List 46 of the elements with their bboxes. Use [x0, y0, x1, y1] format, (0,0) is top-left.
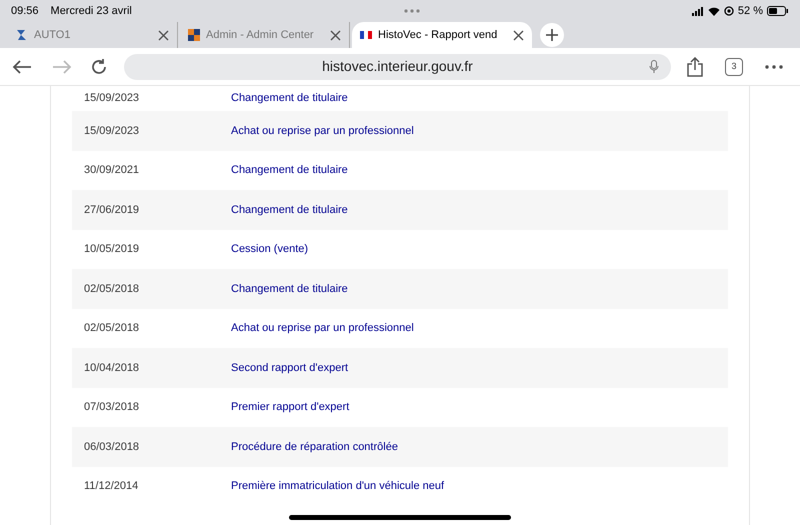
- tab-count-button[interactable]: 3: [725, 58, 743, 76]
- location-icon: [724, 6, 734, 16]
- event-cell-text: Changement de titulaire: [231, 163, 348, 178]
- event-cell-text: Second rapport d'expert: [231, 360, 348, 376]
- address-bar[interactable]: histovec.interieur.gouv.fr: [124, 54, 671, 80]
- date-cell-text: 07/03/2018: [83, 400, 140, 415]
- date-cell-text: 02/05/2018: [83, 282, 140, 296]
- event-cell-text: Première immatriculation d'un véhicule neuf: [231, 479, 444, 494]
- more-dots-icon: [404, 9, 420, 13]
- close-icon[interactable]: [330, 30, 341, 40]
- date-cell-text: 27/06/2019: [83, 202, 140, 218]
- event-cell-text: Achat ou reprise par un professionnel: [231, 321, 414, 336]
- url-text: histovec.interieur.gouv.fr: [322, 57, 473, 76]
- date-cell-text: 30/09/2021: [83, 163, 140, 178]
- more-icon[interactable]: [765, 64, 783, 68]
- event-cell-text: Changement de titulaire: [231, 282, 348, 296]
- event-cell-text: Changement de titulaire: [231, 91, 348, 106]
- microphone-icon[interactable]: [649, 60, 659, 74]
- date-cell-text: 10/05/2019: [83, 242, 140, 257]
- status-time: 09:56: [11, 4, 39, 19]
- browser-tab[interactable]: HistoVec - Rapport vend: [352, 22, 532, 48]
- share-icon[interactable]: [687, 56, 703, 76]
- event-cell-text: Achat ou reprise par un professionnel: [231, 124, 414, 138]
- event-cell-text: Procédure de réparation contrôlée: [231, 440, 398, 454]
- date-cell-text: 11/12/2014: [83, 479, 140, 494]
- status-date: Mercredi 23 avril: [50, 4, 132, 19]
- battery-icon: [767, 6, 789, 16]
- signal-icon: [692, 6, 704, 16]
- date-cell-text: 15/09/2023: [83, 91, 140, 106]
- event-cell-text: Changement de titulaire: [231, 202, 348, 218]
- logo-icon: [16, 29, 28, 41]
- battery-percent: 52 %: [738, 4, 763, 19]
- new-tab-button[interactable]: [540, 23, 564, 47]
- date-cell-text: 06/03/2018: [83, 440, 140, 454]
- reload-icon[interactable]: [90, 58, 108, 76]
- event-cell-text: Premier rapport d'expert: [231, 400, 350, 415]
- date-cell-text: 10/04/2018: [83, 360, 140, 376]
- close-icon[interactable]: [513, 30, 524, 40]
- date-cell-text: 02/05/2018: [83, 321, 140, 336]
- close-icon[interactable]: [158, 30, 169, 40]
- event-cell-text: Cession (vente): [231, 242, 308, 257]
- date-cell-text: 15/09/2023: [83, 124, 140, 138]
- squares-icon: [188, 29, 200, 41]
- flag-icon: [360, 31, 372, 39]
- wifi-icon: [708, 6, 720, 16]
- back-arrow-icon[interactable]: [12, 58, 32, 74]
